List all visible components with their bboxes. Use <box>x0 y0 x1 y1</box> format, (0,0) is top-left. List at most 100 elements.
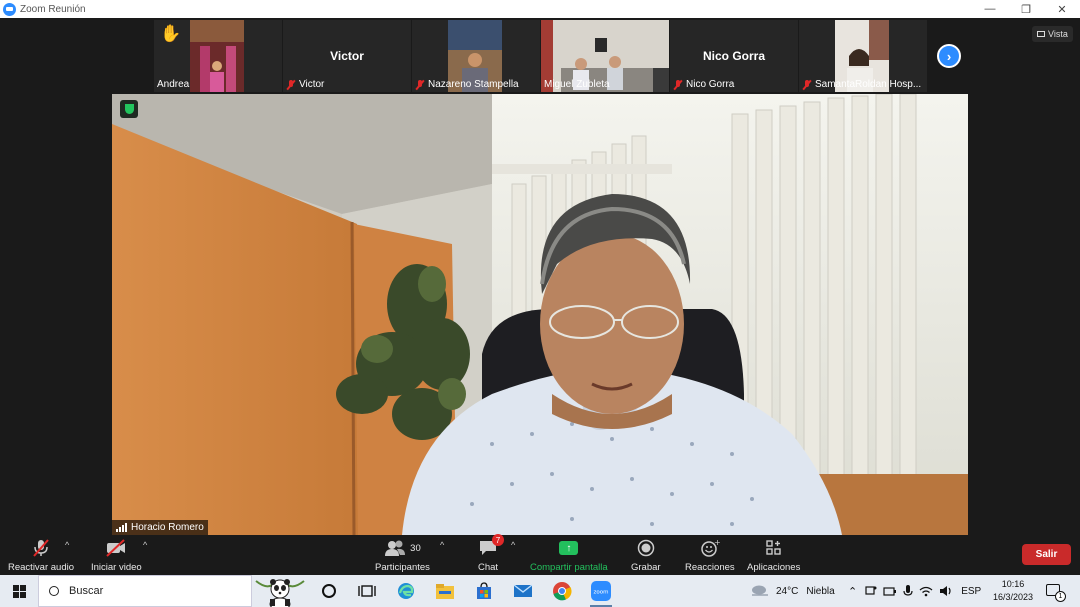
participants-options-caret-icon[interactable]: ^ <box>440 540 444 550</box>
audio-options-caret-icon[interactable]: ^ <box>65 540 69 550</box>
speaker-name-tag: Horacio Romero <box>112 520 208 535</box>
task-view-icon <box>358 585 376 597</box>
windows-logo-icon <box>12 584 26 598</box>
chat-label: Chat <box>478 562 499 573</box>
participants-label: Participantes <box>375 562 430 573</box>
taskbar-zoom[interactable]: zoom <box>582 575 620 607</box>
reactions-label: Reacciones <box>685 562 735 573</box>
meeting-stage: ✋ Andrea Victor Victor Nazareno Stampell… <box>0 18 1080 535</box>
participant-label: Victor <box>286 79 324 90</box>
signal-strength-icon <box>116 522 128 532</box>
start-video-label: Iniciar video <box>91 562 142 573</box>
video-options-caret-icon[interactable]: ^ <box>143 540 147 550</box>
wifi-icon[interactable] <box>919 584 933 598</box>
view-button-label: Vista <box>1048 29 1068 39</box>
close-button[interactable]: ✕ <box>1044 0 1080 18</box>
participant-tile-miguel[interactable]: Miguel Zubleta <box>541 20 669 92</box>
taskbar-store[interactable] <box>465 575 503 607</box>
participant-tile-victor[interactable]: Victor Victor <box>283 20 411 92</box>
mic-muted-icon <box>286 79 296 90</box>
weather-widget[interactable]: 24°C Niebla <box>750 575 835 607</box>
folder-icon <box>436 584 454 599</box>
chat-button[interactable]: 7 Chat <box>478 534 505 573</box>
speaker-video-frame <box>112 94 968 535</box>
search-placeholder: Buscar <box>69 585 104 597</box>
share-screen-icon: ↑ <box>559 541 579 555</box>
microphone-in-use-icon[interactable] <box>903 584 913 598</box>
leave-meeting-button[interactable]: Salir <box>1022 544 1071 565</box>
meeting-toolbar: Reactivar audio ^ Iniciar video ^ 30 Par… <box>0 534 1080 575</box>
battery-plug-icon[interactable] <box>883 584 897 598</box>
main-speaker-video: Horacio Romero <box>112 94 968 535</box>
taskbar-search-box[interactable]: Buscar <box>38 575 252 607</box>
svg-text:+: + <box>714 539 720 547</box>
cortana-button[interactable] <box>310 575 348 607</box>
reactions-smiley-icon: + <box>700 538 720 558</box>
show-hidden-icons-chevron-icon[interactable]: ⌃ <box>848 585 857 598</box>
window-controls: — ❐ ✕ <box>972 0 1080 18</box>
title-bar: Zoom Reunión — ❐ ✕ <box>0 0 1080 18</box>
participant-tile-nico[interactable]: Nico Gorra Nico Gorra <box>670 20 798 92</box>
search-icon <box>49 586 59 596</box>
taskbar-file-explorer[interactable] <box>426 575 464 607</box>
participant-label: SamantaRoldan Hosp... <box>802 79 921 90</box>
taskbar-mail[interactable] <box>504 575 542 607</box>
participant-label: Nico Gorra <box>673 79 734 90</box>
view-button[interactable]: Vista <box>1032 26 1073 42</box>
raised-hand-icon: ✋ <box>160 24 182 43</box>
store-bag-icon <box>477 582 491 599</box>
notification-count-badge: 1 <box>1055 591 1066 602</box>
cloud-fog-icon <box>752 585 768 596</box>
unmute-audio-label: Reactivar audio <box>8 562 75 573</box>
apps-button[interactable]: Aplicaciones <box>747 538 800 573</box>
meet-now-icon[interactable] <box>865 584 877 598</box>
start-video-button[interactable]: Iniciar video <box>91 538 142 573</box>
record-label: Grabar <box>631 562 661 573</box>
reactions-button[interactable]: + Reacciones <box>685 538 735 573</box>
zoom-app-icon: zoom <box>591 581 611 601</box>
camera-off-icon <box>105 538 127 558</box>
start-button[interactable] <box>0 575 38 607</box>
notification-center-icon[interactable]: 1 <box>1046 584 1066 602</box>
encryption-shield-icon[interactable] <box>120 100 138 118</box>
participants-icon: 30 <box>384 538 421 558</box>
participant-big-name: Nico Gorra <box>702 49 765 63</box>
minimize-button[interactable]: — <box>972 0 1008 18</box>
restore-button[interactable]: ❐ <box>1008 0 1044 18</box>
participant-tile-samanta[interactable]: SamantaRoldan Hosp... <box>799 20 927 92</box>
apps-label: Aplicaciones <box>747 562 801 573</box>
share-screen-label: Compartir pantalla <box>530 562 608 573</box>
taskbar-clock[interactable]: 10:16 16/3/2023 <box>990 578 1036 604</box>
weather-description: Niebla <box>806 585 835 597</box>
participant-name: Nazareno Stampella <box>428 79 519 90</box>
chat-bubble-icon: 7 <box>478 534 505 558</box>
record-icon <box>637 538 655 558</box>
weather-temperature: 24°C <box>776 585 799 597</box>
volume-speaker-icon[interactable] <box>939 584 953 598</box>
taskbar-edge[interactable] <box>387 575 425 607</box>
participant-tile-nazareno[interactable]: Nazareno Stampella <box>412 20 540 92</box>
chevron-right-icon: › <box>946 48 952 64</box>
share-screen-icon-wrap: ↑ <box>559 538 579 558</box>
participant-strip: ✋ Andrea Victor Victor Nazareno Stampell… <box>154 20 928 92</box>
speaker-name: Horacio Romero <box>131 522 204 533</box>
chrome-browser-icon <box>553 582 572 601</box>
input-language-indicator[interactable]: ESP <box>961 586 981 597</box>
participant-name: Victor <box>299 79 325 90</box>
share-screen-button[interactable]: ↑ Compartir pantalla <box>530 538 608 573</box>
participant-tile-andrea[interactable]: ✋ Andrea <box>154 20 282 92</box>
taskbar-chrome[interactable] <box>543 575 581 607</box>
zoom-logo-icon <box>3 2 16 16</box>
next-page-button[interactable]: › <box>937 44 961 68</box>
mic-muted-icon <box>802 79 812 90</box>
clock-date: 16/3/2023 <box>992 592 1034 602</box>
participant-big-name: Victor <box>330 49 364 63</box>
chat-options-caret-icon[interactable]: ^ <box>511 540 515 550</box>
edge-browser-icon <box>398 583 414 599</box>
participants-count: 30 <box>410 542 421 554</box>
task-view-button[interactable] <box>348 575 386 607</box>
participant-name: Andrea <box>157 79 190 90</box>
participant-name: SamantaRoldan Hosp... <box>815 79 922 90</box>
record-button[interactable]: Grabar <box>631 538 661 573</box>
participants-button[interactable]: 30 Participantes <box>375 538 430 573</box>
